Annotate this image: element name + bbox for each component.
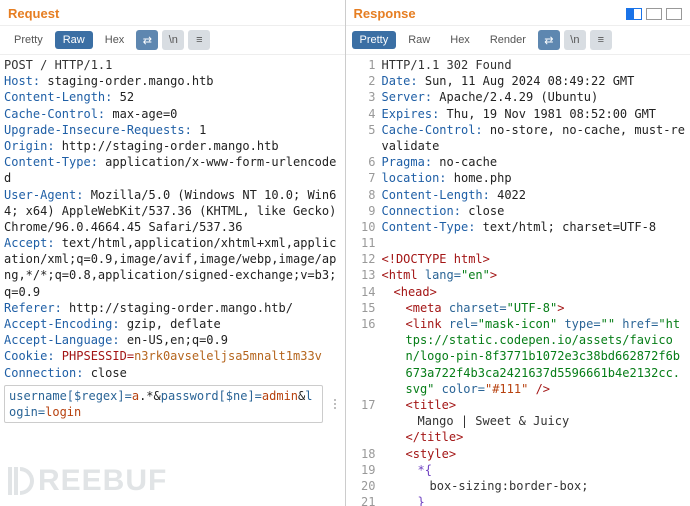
split-container: Request Pretty Raw Hex ⇄ \n ≡ POST / HTT… — [0, 0, 690, 506]
menu-icon[interactable]: ≡ — [188, 30, 210, 50]
request-title: Request — [8, 6, 59, 21]
actions-icon[interactable]: ⇄ — [136, 30, 158, 50]
more-icon[interactable] — [329, 399, 341, 409]
actions-icon-resp[interactable]: ⇄ — [538, 30, 560, 50]
layout-buttons — [626, 8, 682, 20]
layout-rows-btn[interactable] — [646, 8, 662, 20]
response-header: Response — [346, 0, 690, 26]
tab-render-resp[interactable]: Render — [482, 31, 534, 49]
response-pane: Response Pretty Raw Hex Render ⇄ \n ≡ 1H… — [346, 0, 690, 506]
response-toolbar: Pretty Raw Hex Render ⇄ \n ≡ — [346, 26, 690, 55]
tab-pretty-resp[interactable]: Pretty — [352, 31, 397, 49]
tab-raw-resp[interactable]: Raw — [400, 31, 438, 49]
request-header: Request — [0, 0, 345, 26]
request-toolbar: Pretty Raw Hex ⇄ \n ≡ — [0, 26, 345, 55]
newline-icon[interactable]: \n — [162, 30, 184, 50]
menu-icon-resp[interactable]: ≡ — [590, 30, 612, 50]
response-content[interactable]: 1HTTP/1.1 302 Found2Date: Sun, 11 Aug 20… — [346, 55, 690, 506]
request-pane: Request Pretty Raw Hex ⇄ \n ≡ POST / HTT… — [0, 0, 346, 506]
tab-pretty[interactable]: Pretty — [6, 31, 51, 49]
tab-hex-resp[interactable]: Hex — [442, 31, 478, 49]
layout-single-btn[interactable] — [666, 8, 682, 20]
response-title: Response — [354, 6, 416, 21]
tab-raw[interactable]: Raw — [55, 31, 93, 49]
layout-columns-btn[interactable] — [626, 8, 642, 20]
newline-icon-resp[interactable]: \n — [564, 30, 586, 50]
request-content[interactable]: POST / HTTP/1.1Host: staging-order.mango… — [0, 55, 345, 506]
tab-hex[interactable]: Hex — [97, 31, 133, 49]
